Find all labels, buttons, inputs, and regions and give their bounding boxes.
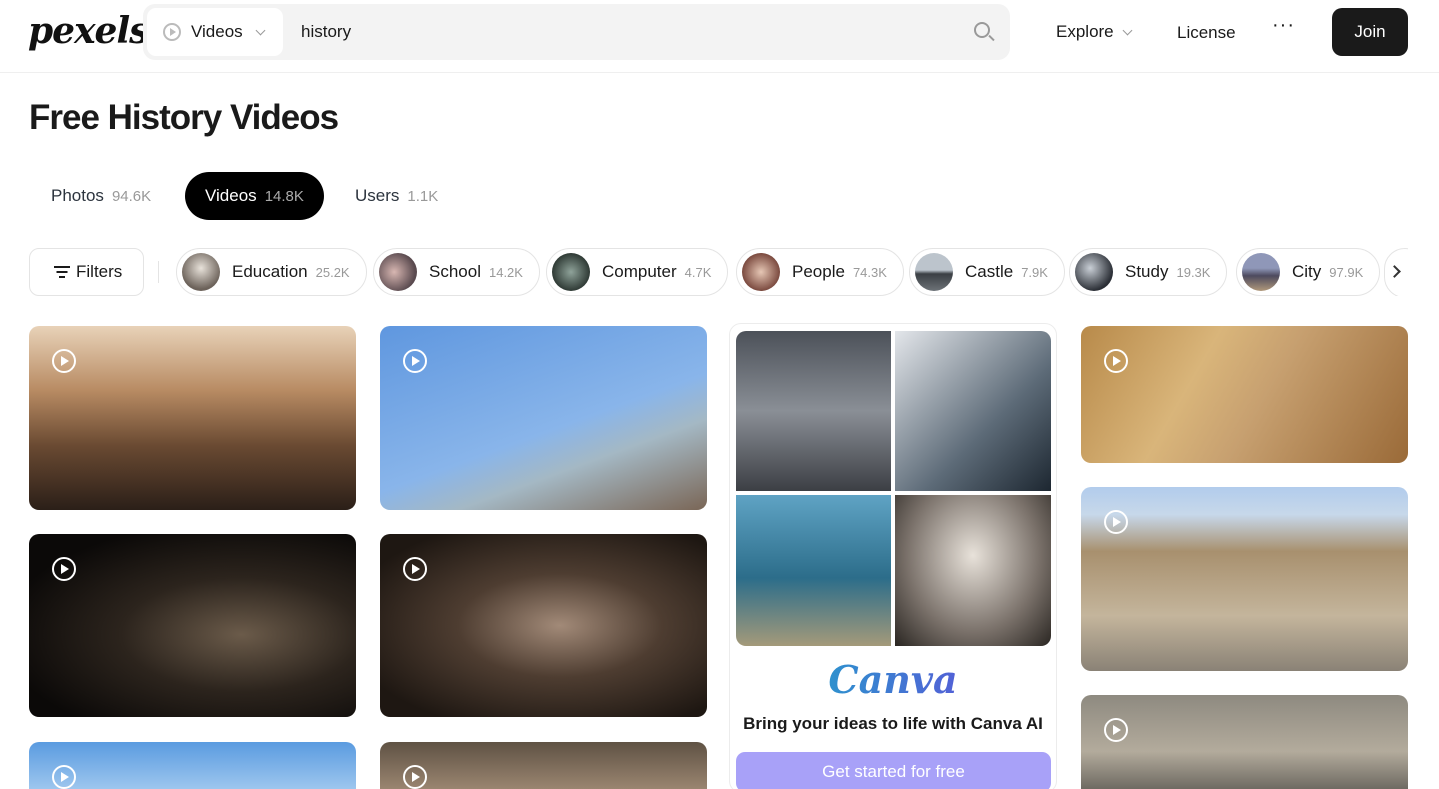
video-play-icon xyxy=(403,557,427,581)
chip-label: School xyxy=(429,262,481,281)
canva-logo: Canva xyxy=(730,657,1056,702)
chip-city[interactable]: City 97.9K xyxy=(1236,248,1381,296)
tab-users[interactable]: Users 1.1K xyxy=(335,172,458,220)
tab-label: Videos xyxy=(205,186,257,205)
tab-count: 1.1K xyxy=(407,187,439,205)
page-title: Free History Videos xyxy=(29,98,339,137)
search-type-dropdown[interactable]: Videos xyxy=(147,8,283,56)
chevron-down-icon xyxy=(255,25,266,35)
canva-ad[interactable]: Canva Bring your ideas to life with Canv… xyxy=(729,323,1057,789)
video-play-icon xyxy=(52,765,76,789)
filters-divider xyxy=(158,261,159,283)
search-input[interactable] xyxy=(301,12,941,52)
chip-count: 7.9K xyxy=(1021,264,1048,280)
chip-thumbnail xyxy=(1075,253,1113,291)
video-play-icon xyxy=(1104,718,1128,742)
chip-thumbnail xyxy=(379,253,417,291)
video-card[interactable] xyxy=(29,534,356,717)
join-button[interactable]: Join xyxy=(1332,8,1408,56)
chip-label: Study xyxy=(1125,262,1169,281)
chevron-down-icon xyxy=(1122,25,1133,35)
ad-image-editor xyxy=(895,331,1051,491)
tab-photos[interactable]: Photos 94.6K xyxy=(31,172,171,220)
video-card[interactable] xyxy=(1081,326,1408,463)
video-card[interactable] xyxy=(380,534,707,717)
ad-image-traffic xyxy=(736,331,891,491)
nav-explore[interactable]: Explore xyxy=(1056,22,1133,42)
ad-image-reef xyxy=(736,495,891,646)
chip-thumbnail xyxy=(1242,253,1280,291)
chip-label: City xyxy=(1292,262,1322,281)
video-play-icon xyxy=(1104,510,1128,534)
chip-count: 14.2K xyxy=(488,264,523,280)
more-menu-icon[interactable]: ··· xyxy=(1272,14,1295,37)
video-play-icon xyxy=(403,349,427,373)
top-header: pexels Videos Explore License ··· Join xyxy=(0,0,1439,73)
chip-label: Castle xyxy=(965,262,1014,281)
chip-count: 97.9K xyxy=(1329,264,1364,280)
video-card[interactable] xyxy=(380,326,707,510)
chip-thumbnail xyxy=(182,253,220,291)
video-play-icon xyxy=(52,349,76,373)
chip-count: 25.2K xyxy=(315,264,350,280)
video-card[interactable] xyxy=(29,742,356,789)
video-play-icon xyxy=(163,23,181,41)
chip-thumbnail xyxy=(915,253,953,291)
ad-image-chef xyxy=(895,495,1051,646)
search-icon[interactable] xyxy=(974,22,990,38)
chip-count: 74.3K xyxy=(852,264,887,280)
pexels-logo[interactable]: pexels xyxy=(28,10,149,52)
chip-school[interactable]: School 14.2K xyxy=(373,248,540,296)
ad-headline: Bring your ideas to life with Canva AI xyxy=(743,714,1043,733)
video-play-icon xyxy=(403,765,427,789)
chip-count: 4.7K xyxy=(684,264,712,280)
nav-license[interactable]: License xyxy=(1177,23,1236,43)
video-card[interactable] xyxy=(1081,695,1408,789)
tab-count: 94.6K xyxy=(111,187,152,205)
search-bar: Videos xyxy=(143,4,1010,60)
chip-label: Education xyxy=(232,262,308,281)
chip-label: People xyxy=(792,262,845,281)
tab-count: 14.8K xyxy=(264,187,304,205)
tab-videos[interactable]: Videos 14.8K xyxy=(185,172,324,220)
chip-thumbnail xyxy=(742,253,780,291)
chip-people[interactable]: People 74.3K xyxy=(736,248,904,296)
chip-computer[interactable]: Computer 4.7K xyxy=(546,248,729,296)
chip-thumbnail xyxy=(552,253,590,291)
chip-education[interactable]: Education 25.2K xyxy=(176,248,367,296)
tab-label: Photos xyxy=(51,186,104,205)
chip-count: 19.3K xyxy=(1176,264,1211,280)
video-card[interactable] xyxy=(380,742,707,789)
search-type-label: Videos xyxy=(191,22,243,41)
video-play-icon xyxy=(1104,349,1128,373)
get-started-button[interactable]: Get started for free xyxy=(736,752,1051,789)
video-card[interactable] xyxy=(1081,487,1408,671)
chevron-right-icon xyxy=(1388,265,1401,278)
nav-explore-label: Explore xyxy=(1056,22,1114,41)
chip-label: Computer xyxy=(602,262,677,281)
chips-scroll-next-button[interactable] xyxy=(1384,248,1408,296)
chip-study[interactable]: Study 19.3K xyxy=(1069,248,1228,296)
video-card[interactable] xyxy=(29,326,356,510)
filters-button[interactable]: Filters xyxy=(29,248,144,296)
video-play-icon xyxy=(52,557,76,581)
filter-icon xyxy=(54,266,70,278)
chip-castle[interactable]: Castle 7.9K xyxy=(909,248,1065,296)
tab-label: Users xyxy=(355,186,400,205)
filters-label: Filters xyxy=(76,262,123,281)
